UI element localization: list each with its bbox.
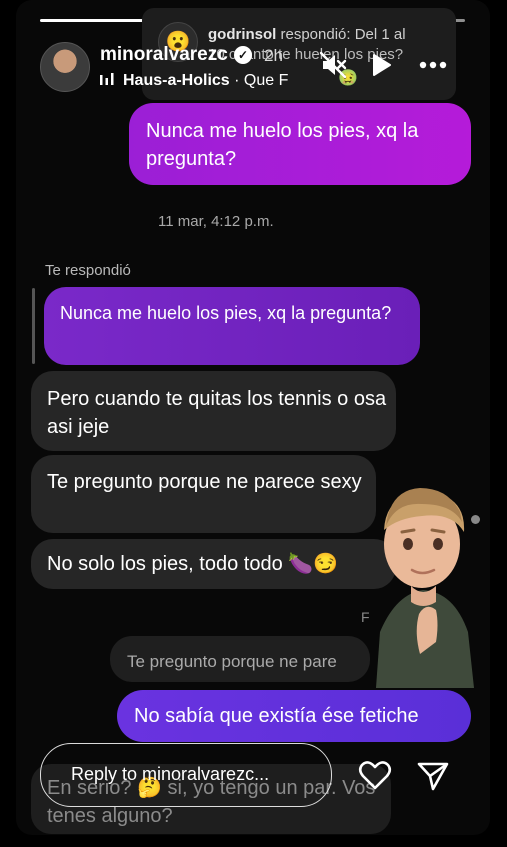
quoted-preview-text: Te pregunto porque ne pare: [127, 652, 337, 671]
heart-icon[interactable]: [358, 759, 392, 793]
replied-label: Te respondió: [45, 262, 131, 279]
sent-message-text: No sabía que existía ése fetiche: [134, 705, 419, 727]
reply-preview-title: godrinsol respondió: Del 1 al: [208, 26, 406, 43]
reply-placeholder: Reply to minoralvarezc...: [71, 764, 270, 784]
received-message-bubble[interactable]: No solo los pies, todo todo 🍆😏: [31, 539, 396, 589]
reply-input[interactable]: Reply to minoralvarezc...: [40, 743, 332, 807]
quoted-message-bubble[interactable]: Nunca me huelo los pies, xq la pregunta?: [44, 287, 420, 365]
more-icon[interactable]: [418, 50, 448, 80]
quoted-preview-bubble[interactable]: Te pregunto porque ne pare: [110, 636, 370, 682]
sent-message-bubble[interactable]: No sabía que existía ése fetiche: [117, 690, 471, 742]
avatar-sticker: [376, 488, 474, 688]
received-message-text: Pero cuando te quitas los tennis o osa a…: [47, 388, 387, 438]
play-icon[interactable]: [366, 50, 396, 80]
sent-message-bubble: Nunca me huelo los pies, xq la pregunta?: [129, 103, 471, 185]
received-message-text: Te pregunto porque ne parece sexy: [47, 471, 362, 493]
received-message-bubble[interactable]: Pero cuando te quitas los tennis o osa a…: [31, 371, 396, 451]
received-message-bubble[interactable]: Te pregunto porque ne parece sexy: [31, 455, 376, 533]
username[interactable]: minoralvarezc: [100, 44, 228, 66]
quoted-message-text: Nunca me huelo los pies, xq la pregunta?: [60, 303, 392, 323]
music-icon: [100, 73, 114, 85]
story-progress-1: [40, 19, 143, 22]
story-frame: 😮 godrinsol respondió: Del 1 al 10 cuant…: [16, 0, 490, 835]
sent-message-text: Nunca me huelo los pies, xq la pregunta?: [146, 120, 419, 170]
story-time: 2h: [264, 46, 283, 65]
music-track[interactable]: Haus-a-Holics · Que F: [123, 72, 295, 90]
send-icon[interactable]: [416, 759, 450, 793]
mute-icon[interactable]: [318, 50, 348, 80]
quote-indicator: [32, 288, 35, 364]
received-message-text: No solo los pies, todo todo 🍆😏: [47, 553, 339, 575]
verified-icon: ✓: [234, 46, 252, 64]
avatar[interactable]: [40, 42, 90, 92]
message-timestamp: 11 mar, 4:12 p.m.: [158, 213, 274, 230]
